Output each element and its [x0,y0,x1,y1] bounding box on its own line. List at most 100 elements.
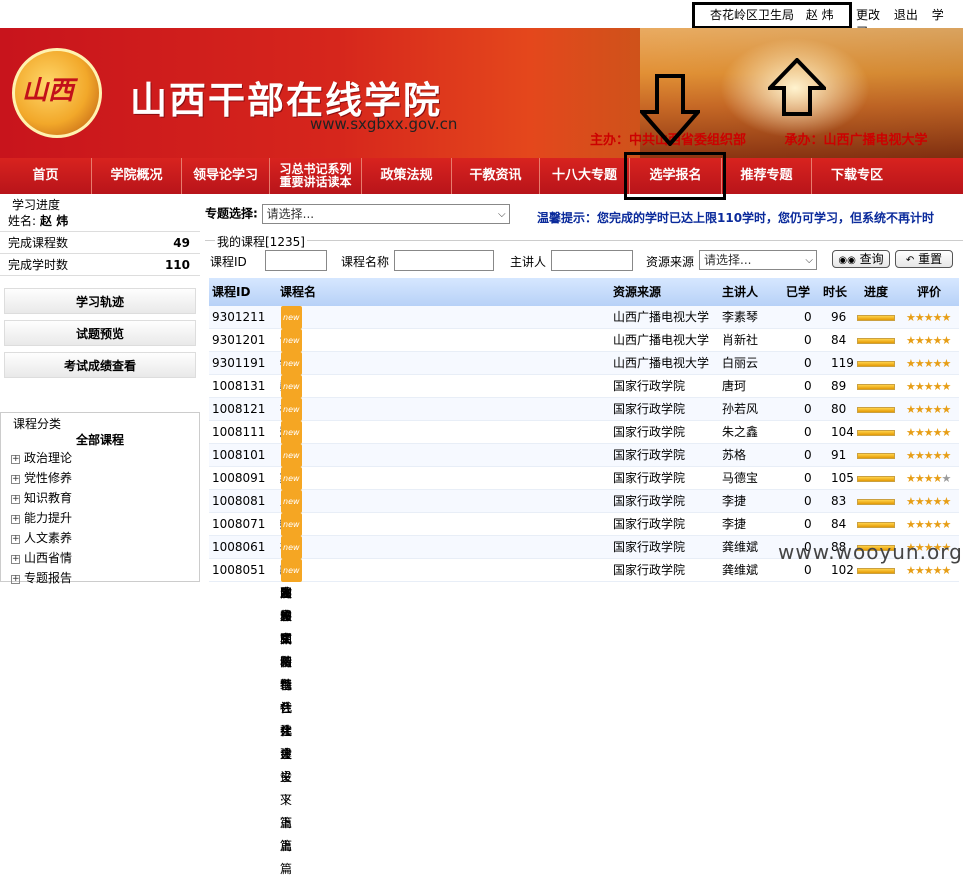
nav-recommended[interactable]: 推荐专题 [722,158,812,194]
category-item[interactable]: + 能力提升 [1,508,199,528]
progress-bar [857,568,895,574]
arrow-up-icon [768,58,826,116]
course-duration: 84 [831,333,847,347]
logout-link[interactable]: 退出 [894,8,918,22]
nav-downloads[interactable]: 下载专区 [812,158,902,194]
study-track-button[interactable]: 学习轨迹 [4,288,196,314]
course-search-bar: 课程ID 课程名称 主讲人 资源来源 请选择... ⌵ ◉◉ 查询 ↶ 重置 [210,250,960,272]
nav-leaders-study[interactable]: 领导论学习 [182,158,270,194]
table-row[interactable]: 9301211以诚为信 提升政府公信力new山西广播电视大学李素琴096★★★★… [209,306,959,554]
top-bar: 杏花岭区卫生局 赵 炜 更改 退出 学习 [0,0,963,39]
course-table: 课程ID 课程名 资源来源 主讲人 已学 时长 进度 评价 9301211以诚为… [209,278,959,876]
rating-stars: ★★★★★ [906,380,951,393]
course-speaker: 肖新社 [722,333,759,347]
course-id: 1008111 [212,425,266,439]
course-learned: 0 [804,310,812,324]
new-badge: new [281,421,302,444]
category-item[interactable]: + 知识教育 [1,488,199,508]
category-title: 课程分类 [13,417,62,431]
category-item[interactable]: + 专题报告 [1,568,199,588]
course-learned: 0 [804,517,812,531]
course-speaker: 李捷 [722,494,747,508]
change-link[interactable]: 更改 [856,8,880,22]
table-row[interactable]: 1008081坚持和发展中国特色社会主义·下篇new国家行政学院李捷083★★★… [209,490,959,853]
course-speaker: 孙若风 [722,402,759,416]
new-badge: new [281,375,302,398]
category-all[interactable]: 全部课程 [1,431,199,448]
expand-icon[interactable]: + [11,475,20,484]
rating-stars: ★★★★★ [906,426,951,439]
expand-icon[interactable]: + [11,455,20,464]
course-speaker: 龚维斌 [722,540,759,554]
new-badge: new [281,398,302,421]
course-id: 9301201 [212,333,266,347]
course-duration: 80 [831,402,847,416]
nav-policy[interactable]: 政策法规 [362,158,452,194]
nav-xi-series[interactable]: 习总书记系列 重要讲话读本 [270,158,362,194]
expand-icon[interactable]: + [11,555,20,564]
table-row[interactable]: 1008131建设美丽中国new国家行政学院唐珂089★★★★★ [209,375,959,508]
course-duration: 104 [831,425,854,439]
progress-bar [857,384,895,390]
course-name-input[interactable] [394,250,494,271]
progress-bar [857,499,895,505]
table-row[interactable]: 1008101国际形势与中国外交new国家行政学院苏格091★★★★★ [209,444,959,646]
table-row[interactable]: 9301201习近平总书记的哲学思想new山西广播电视大学肖新社084★★★★★ [209,329,959,577]
arrow-down-icon [640,74,700,146]
watermark: www.wooyun.org [778,540,963,564]
course-id-input[interactable] [265,250,327,271]
category-item[interactable]: + 政治理论 [1,448,199,468]
progress-bar [857,522,895,528]
rating-stars: ★★★★★ [906,449,951,462]
rating-stars: ★★★★★ [906,311,951,324]
speaker-input[interactable] [551,250,633,271]
course-id: 1008051 [212,563,266,577]
search-button[interactable]: ◉◉ 查询 [832,250,890,268]
course-source: 国家行政学院 [613,494,686,508]
nav-about[interactable]: 学院概况 [92,158,182,194]
progress-bar [857,407,895,413]
exam-results-button[interactable]: 考试成绩查看 [4,352,196,378]
course-duration: 105 [831,471,854,485]
course-source: 国家行政学院 [613,471,686,485]
category-item[interactable]: + 山西省情 [1,548,199,568]
course-id: 1008121 [212,402,266,416]
reset-button[interactable]: ↶ 重置 [895,250,953,268]
expand-icon[interactable]: + [11,535,20,544]
rating-stars: ★★★★★ [906,518,951,531]
topic-filter: 专题选择: 请选择... ⌵ [205,204,510,224]
course-duration: 83 [831,494,847,508]
table-header: 课程ID 课程名 资源来源 主讲人 已学 时长 进度 评价 [209,278,959,306]
course-learned: 0 [804,425,812,439]
table-row[interactable]: 9301191物权法理论与实务new山西广播电视大学白丽云0119★★★★★ [209,352,959,531]
expand-icon[interactable]: + [11,515,20,524]
exam-preview-button[interactable]: 试题预览 [4,320,196,346]
logo-text: 山西 [22,76,75,106]
binoculars-icon: ◉◉ [838,255,856,266]
source-select[interactable]: 请选择... ⌵ [699,250,817,270]
table-row[interactable]: 1008071坚持和发展中国特色社会主义·上篇new国家行政学院李捷084★★★… [209,513,959,876]
course-speaker: 马德宝 [722,471,759,485]
table-row[interactable]: 1008121社会主义文化强国建设new国家行政学院孙若风080★★★★★ [209,398,959,623]
rating-stars: ★★★★★ [906,495,951,508]
nav-highlight-box [624,152,726,200]
topic-select[interactable]: 请选择... ⌵ [261,204,510,224]
notice-text: 温馨提示：您完成的学时已达上限110学时，您仍可学习，但系统不再计时 [537,211,935,225]
sidebar: 学习进度 姓名: 赵 炜 完成课程数 49 完成学时数 110 学习轨迹 试题预… [0,194,200,585]
course-speaker: 白丽云 [722,356,759,370]
table-row[interactable]: 1008091加快推进国防和军队现代化new国家行政学院马德宝0105★★★★★ [209,467,959,738]
course-source: 国家行政学院 [613,402,686,416]
expand-icon[interactable]: + [11,495,20,504]
nav-home[interactable]: 首页 [0,158,92,194]
category-item[interactable]: + 人文素养 [1,528,199,548]
progress-bar [857,476,895,482]
table-row[interactable]: 1008111加快转变经济发展方式new国家行政学院朱之鑫0104★★★★★ [209,421,959,646]
category-item[interactable]: + 党性修养 [1,468,199,488]
course-id: 1008061 [212,540,266,554]
course-learned: 0 [804,494,812,508]
nav-news[interactable]: 干教资讯 [452,158,540,194]
user-org: 杏花岭区卫生局 [710,8,795,22]
nav-18th-congress[interactable]: 十八大专题 [540,158,630,194]
course-duration: 89 [831,379,847,393]
course-id-label: 课程ID [210,255,247,269]
